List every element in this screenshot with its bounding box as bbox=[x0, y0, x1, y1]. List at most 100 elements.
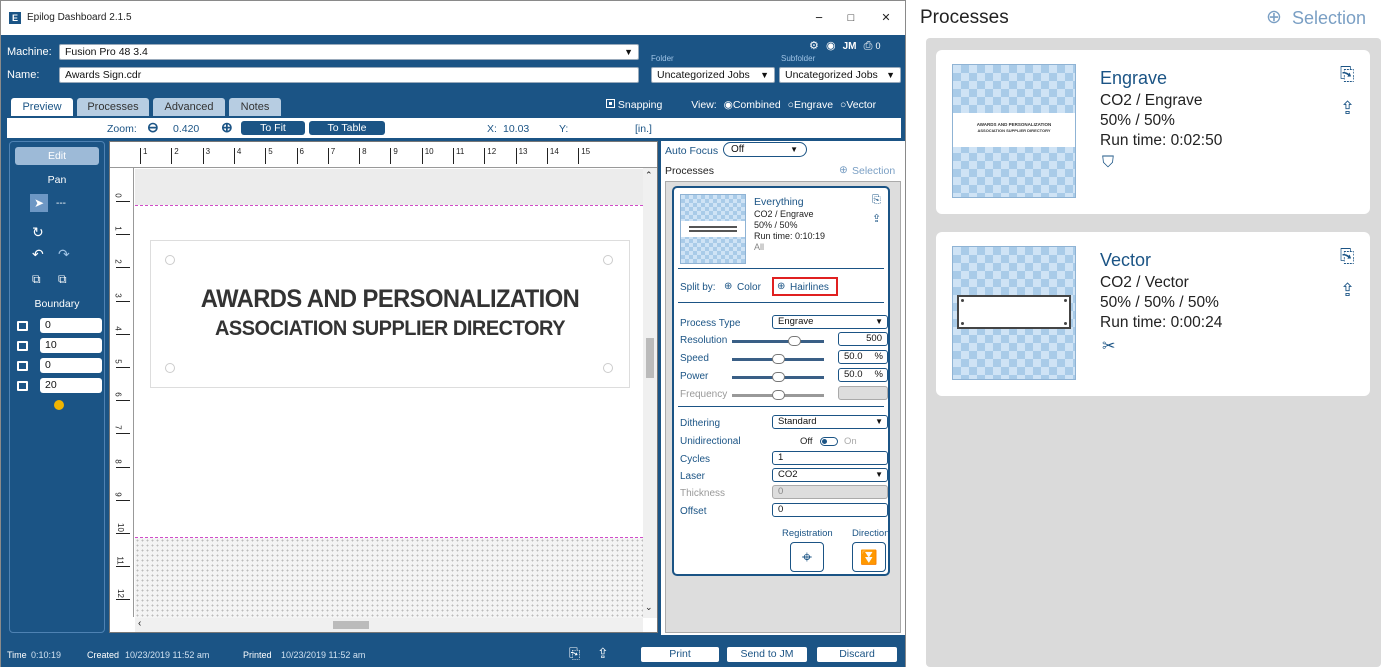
counter-badge: 0 bbox=[875, 41, 881, 51]
ruler-tick bbox=[116, 333, 130, 335]
printer-icon[interactable]: ⎙ bbox=[864, 40, 873, 52]
split-hairlines-button[interactable]: Hairlines bbox=[790, 282, 829, 293]
thumb-artwork: AWARDS AND PERSONALIZATION ASSOCIATION S… bbox=[953, 113, 1075, 147]
process-type-select[interactable]: Engrave ▼ bbox=[772, 315, 888, 329]
resolution-slider[interactable] bbox=[732, 336, 824, 346]
export-icon[interactable]: ⇪ bbox=[872, 212, 881, 225]
print-button[interactable]: Print bbox=[641, 647, 719, 662]
name-field[interactable]: Awards Sign.cdr bbox=[59, 67, 639, 83]
scroll-left-icon[interactable]: ‹ bbox=[138, 618, 141, 629]
split-color-button[interactable]: Color bbox=[737, 282, 761, 293]
split-hairlines-icon[interactable]: ⊕ bbox=[777, 281, 785, 292]
edit-button[interactable]: Edit bbox=[15, 147, 99, 165]
boundary-left-field[interactable]: 0 bbox=[40, 358, 102, 373]
process-scope: All bbox=[754, 242, 765, 252]
undo-icon[interactable]: ↶ bbox=[32, 246, 44, 263]
warning-icon[interactable] bbox=[54, 400, 64, 410]
speed-knob[interactable] bbox=[772, 354, 785, 364]
horizontal-scroll-thumb[interactable] bbox=[333, 621, 369, 629]
subfolder-select[interactable]: Uncategorized Jobs ▼ bbox=[779, 67, 901, 83]
power-value: 50.0 bbox=[844, 369, 863, 380]
boundary-bottom-field[interactable]: 10 bbox=[40, 338, 102, 353]
group-icon[interactable]: ⧉ bbox=[32, 272, 41, 287]
discard-button[interactable]: Discard bbox=[817, 647, 897, 662]
redo-icon[interactable]: ↷ bbox=[58, 246, 70, 263]
import-icon[interactable]: ⎘ bbox=[1340, 246, 1354, 267]
horizontal-scrollbar[interactable]: ‹ bbox=[135, 618, 643, 632]
export-icon[interactable]: ⇪ bbox=[1340, 98, 1355, 119]
ruler-tick-label: 7 bbox=[113, 425, 123, 431]
direction-label: Direction bbox=[852, 528, 890, 539]
vector-type: CO2 / Vector bbox=[1100, 274, 1189, 291]
send-to-jm-button[interactable]: Send to JM bbox=[727, 647, 807, 662]
import-icon[interactable]: ⎘ bbox=[872, 194, 881, 207]
add-selection-icon[interactable]: ⊕ bbox=[839, 164, 848, 176]
unidirectional-toggle[interactable] bbox=[820, 437, 838, 446]
radio-combined[interactable]: ◉ bbox=[724, 99, 733, 111]
ruler-tick bbox=[327, 148, 329, 164]
ruler-tick-label: 11 bbox=[456, 147, 465, 156]
split-color-icon[interactable]: ⊕ bbox=[724, 281, 732, 292]
resolution-knob[interactable] bbox=[788, 336, 801, 346]
export-icon[interactable]: ⇪ bbox=[1340, 280, 1355, 301]
autofocus-select[interactable]: Off ▼ bbox=[723, 142, 807, 157]
laser-select[interactable]: CO2 ▼ bbox=[772, 468, 888, 482]
maximize-button[interactable]: □ bbox=[841, 9, 861, 27]
close-button[interactable]: ✕ bbox=[876, 9, 896, 27]
tab-notes[interactable]: Notes bbox=[229, 98, 281, 116]
direction-button[interactable]: ⏬ bbox=[852, 542, 886, 572]
autofocus-value: Off bbox=[731, 144, 745, 155]
import-icon[interactable]: ⎘ bbox=[1340, 64, 1354, 85]
to-table-button[interactable]: To Table bbox=[309, 121, 385, 135]
resolution-field[interactable]: 500 bbox=[838, 332, 888, 346]
power-field[interactable]: 50.0% bbox=[838, 368, 888, 382]
vertical-scroll-thumb[interactable] bbox=[646, 338, 654, 378]
offset-field[interactable]: 0 bbox=[772, 503, 888, 517]
ruler-tick bbox=[484, 148, 486, 164]
engrave-process-card[interactable]: AWARDS AND PERSONALIZATION ASSOCIATION S… bbox=[936, 50, 1370, 214]
scroll-up-icon[interactable]: ⌃ bbox=[645, 170, 653, 181]
dithering-select[interactable]: Standard ▼ bbox=[772, 415, 888, 429]
process-card[interactable]: Everything CO2 / Engrave 50% / 50% Run t… bbox=[672, 186, 890, 576]
crosshair-icon: ⌖ bbox=[801, 547, 813, 567]
tab-processes[interactable]: Processes bbox=[77, 98, 149, 116]
zoom-out-icon[interactable]: ⊖ bbox=[147, 119, 159, 136]
artwork-sign[interactable]: AWARDS AND PERSONALIZATION ASSOCIATION S… bbox=[150, 240, 630, 388]
frequency-label: Frequency bbox=[680, 389, 728, 400]
folder-select[interactable]: Uncategorized Jobs ▼ bbox=[651, 67, 775, 83]
registration-button[interactable]: ⌖ bbox=[790, 542, 824, 572]
jm-button[interactable]: JM bbox=[843, 41, 857, 52]
zoom-in-icon[interactable]: ⊕ bbox=[221, 119, 233, 136]
web-icon[interactable]: ◉ bbox=[826, 40, 836, 52]
ruler-tick-label: 2 bbox=[174, 147, 179, 156]
rotate-icon[interactable]: ↻ bbox=[32, 224, 44, 241]
preview-canvas[interactable]: 1 2 3 4 5 6 7 8 9 10 11 12 13 14 15 0 1 2 3 4 5 6 7 8 9 10 11 12 A… bbox=[109, 141, 658, 633]
export-icon[interactable]: ⇪ bbox=[597, 645, 609, 662]
ungroup-icon[interactable]: ⧉ bbox=[58, 272, 67, 287]
power-slider[interactable] bbox=[732, 372, 824, 382]
power-knob[interactable] bbox=[772, 372, 785, 382]
scroll-down-icon[interactable]: ⌄ bbox=[645, 602, 653, 613]
boundary-top-field[interactable]: 0 bbox=[40, 318, 102, 333]
machine-select[interactable]: Fusion Pro 48 3.4 ▼ bbox=[59, 44, 639, 60]
tab-preview[interactable]: Preview bbox=[11, 98, 73, 116]
boundary-right-field[interactable]: 20 bbox=[40, 378, 102, 393]
vector-thumbnail bbox=[952, 246, 1076, 380]
to-fit-button[interactable]: To Fit bbox=[241, 121, 305, 135]
snapping-checkbox[interactable] bbox=[606, 99, 615, 108]
import-icon[interactable]: ⎘ bbox=[569, 645, 580, 662]
speed-field[interactable]: 50.0% bbox=[838, 350, 888, 364]
pointer-icon[interactable]: ➤ bbox=[30, 194, 48, 212]
vertical-scrollbar[interactable]: ⌃ ⌄ bbox=[643, 168, 657, 618]
chevron-down-icon: ▼ bbox=[875, 470, 883, 479]
add-selection-icon[interactable]: ⊕ bbox=[1266, 6, 1282, 29]
tab-advanced[interactable]: Advanced bbox=[153, 98, 225, 116]
selection-link[interactable]: Selection bbox=[1292, 8, 1366, 29]
ruler-tick-label: 8 bbox=[362, 147, 367, 156]
selection-link[interactable]: Selection bbox=[852, 165, 895, 177]
cycles-field[interactable]: 1 bbox=[772, 451, 888, 465]
gear-icon[interactable]: ⚙ bbox=[809, 40, 819, 52]
vector-process-card[interactable]: Vector CO2 / Vector 50% / 50% / 50% Run … bbox=[936, 232, 1370, 396]
minimize-button[interactable]: − bbox=[809, 9, 829, 27]
speed-slider[interactable] bbox=[732, 354, 824, 364]
